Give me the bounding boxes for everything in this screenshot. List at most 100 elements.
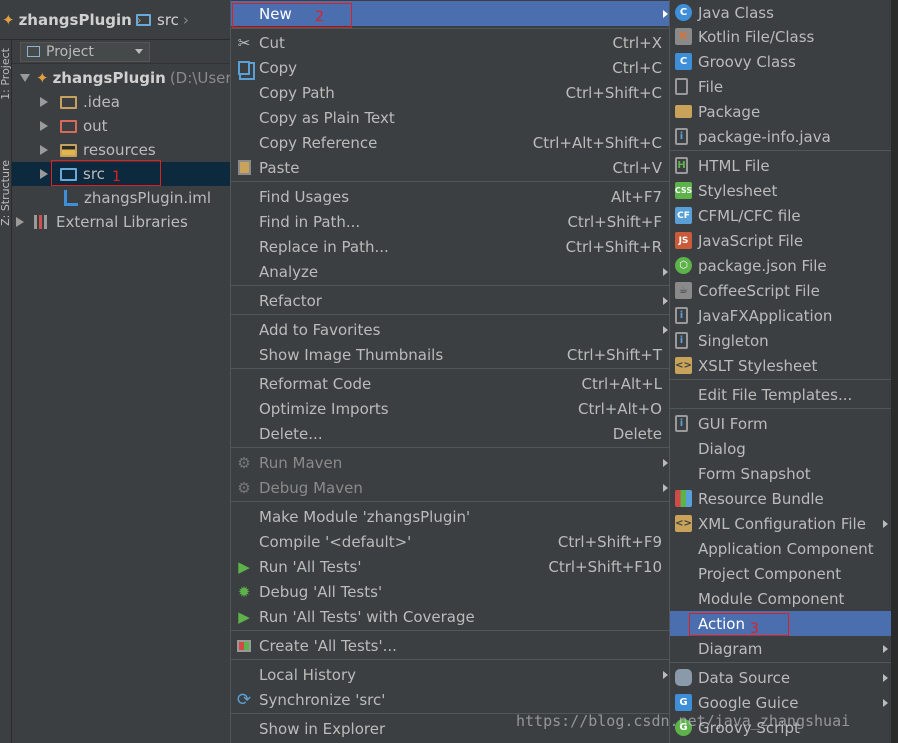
submenu-item-java-class[interactable]: C Java Class (670, 0, 892, 25)
tree-item-external-libraries[interactable]: External Libraries (12, 210, 230, 234)
menu-item-make-module[interactable]: Make Module 'zhangsPlugin' (231, 504, 670, 529)
menu-separator (231, 285, 670, 286)
menu-item-copy[interactable]: Copy Ctrl+C (231, 55, 670, 80)
menu-item-run-all-tests[interactable]: ▶ Run 'All Tests' Ctrl+Shift+F10 (231, 554, 670, 579)
submenu-item-resource-bundle[interactable]: Resource Bundle (670, 486, 892, 511)
submenu-item-gui-form[interactable]: i GUI Form (670, 411, 892, 436)
menu-separator (231, 630, 670, 631)
submenu-item-edit-file-templates[interactable]: Edit File Templates... (670, 382, 892, 407)
tree-item-iml[interactable]: zhangsPlugin.iml (12, 186, 230, 210)
menu-item-run-maven[interactable]: ⚙ Run Maven (231, 450, 670, 475)
submenu-separator (670, 379, 892, 380)
submenu-item-package-json[interactable]: ⬡ package.json File (670, 253, 892, 278)
project-tool-tab[interactable]: 1: Project (0, 48, 12, 100)
tree-item-idea[interactable]: . idea (12, 90, 230, 114)
menu-item-find-usages[interactable]: Find Usages Alt+F7 (231, 184, 670, 209)
file-icon (675, 78, 688, 95)
annotation-label-3: 3 (750, 621, 759, 637)
submenu-item-diagram[interactable]: Diagram (670, 636, 892, 661)
annotation-label-2: 2 (315, 9, 324, 25)
menu-item-optimize-imports[interactable]: Optimize Imports Ctrl+Alt+O (231, 396, 670, 421)
tree-item-out[interactable]: out (12, 114, 230, 138)
submenu-separator (670, 662, 892, 663)
run-icon: ▶ (238, 557, 250, 576)
submenu-item-javafx[interactable]: i JavaFXApplication (670, 303, 892, 328)
submenu-item-xml-configuration[interactable]: <> XML Configuration File (670, 511, 892, 536)
submenu-item-groovy-class[interactable]: C Groovy Class (670, 49, 892, 74)
submenu-item-html-file[interactable]: H HTML File (670, 153, 892, 178)
submenu-item-package-info[interactable]: i package-info.java (670, 124, 892, 149)
coffeescript-icon: ☕ (675, 282, 692, 299)
menu-separator (231, 314, 670, 315)
submenu-item-stylesheet[interactable]: CSS Stylesheet (670, 178, 892, 203)
submenu-item-kotlin-file[interactable]: K Kotlin File/Class (670, 24, 892, 49)
menu-item-replace-in-path[interactable]: Replace in Path... Ctrl+Shift+R (231, 234, 670, 259)
java-file-icon: i (675, 128, 688, 145)
structure-tool-tab[interactable]: Z: Structure (0, 160, 12, 226)
expand-arrow-icon (40, 145, 48, 155)
submenu-item-javascript-file[interactable]: JS JavaScript File (670, 228, 892, 253)
menu-item-copy-reference[interactable]: Copy Reference Ctrl+Alt+Shift+C (231, 130, 670, 155)
menu-item-copy-plain-text[interactable]: Copy as Plain Text (231, 105, 670, 130)
submenu-item-form-snapshot[interactable]: Form Snapshot (670, 461, 892, 486)
submenu-item-data-source[interactable]: Data Source (670, 665, 892, 690)
chevron-right-icon: › (182, 11, 189, 29)
submenu-item-xslt[interactable]: <> XSLT Stylesheet (670, 353, 892, 378)
menu-item-paste[interactable]: Paste Ctrl+V (231, 155, 670, 180)
menu-item-synchronize[interactable]: ⟳ Synchronize 'src' (231, 687, 670, 712)
gear-icon: ⚙ (237, 453, 251, 472)
submenu-arrow-icon (883, 644, 888, 653)
breadcrumb-folder[interactable]: src › (136, 11, 189, 29)
submenu-item-package[interactable]: Package (670, 99, 892, 124)
menu-item-add-to-favorites[interactable]: Add to Favorites (231, 317, 670, 342)
sync-icon: ⟳ (236, 689, 252, 710)
project-panel-header: Project (12, 40, 230, 64)
submenu-arrow-icon (663, 670, 668, 679)
submenu-item-coffeescript[interactable]: ☕ CoffeeScript File (670, 278, 892, 303)
submenu-item-singleton[interactable]: i Singleton (670, 328, 892, 353)
menu-item-local-history[interactable]: Local History (231, 662, 670, 687)
tree-item-resources[interactable]: resources (12, 138, 230, 162)
menu-item-compile[interactable]: Compile '<default>' Ctrl+Shift+F9 (231, 529, 670, 554)
menu-item-analyze[interactable]: Analyze (231, 259, 670, 284)
expand-arrow-icon (40, 97, 48, 107)
menu-item-reformat-code[interactable]: Reformat Code Ctrl+Alt+L (231, 371, 670, 396)
breadcrumb-project[interactable]: ✦ zhangsPlugin › (2, 11, 142, 29)
menu-item-create-all-tests[interactable]: Create 'All Tests'... (231, 633, 670, 658)
submenu-item-application-component[interactable]: Application Component (670, 536, 892, 561)
submenu-item-cfml[interactable]: CF CFML/CFC file (670, 203, 892, 228)
menu-separator (231, 501, 670, 502)
xslt-file-icon: <> (675, 357, 692, 374)
expand-arrow-icon (16, 217, 24, 227)
menu-item-run-with-coverage[interactable]: ▶ Run 'All Tests' with Coverage (231, 604, 670, 629)
editor-edge (891, 0, 898, 743)
submenu-item-project-component[interactable]: Project Component (670, 561, 892, 586)
javafx-file-icon: i (675, 307, 688, 324)
menu-item-copy-path[interactable]: Copy Path Ctrl+Shift+C (231, 80, 670, 105)
menu-item-delete[interactable]: Delete... Delete (231, 421, 670, 446)
submenu-item-dialog[interactable]: Dialog (670, 436, 892, 461)
submenu-separator (670, 150, 892, 151)
annotation-box-3 (689, 613, 789, 636)
tree-root[interactable]: ✦ zhangsPlugin (D:\Users (12, 66, 239, 90)
menu-separator (231, 181, 670, 182)
css-file-icon: CSS (675, 182, 692, 199)
submenu-arrow-icon (663, 296, 668, 305)
menu-item-cut[interactable]: ✂ Cut Ctrl+X (231, 30, 670, 55)
submenu-item-module-component[interactable]: Module Component (670, 586, 892, 611)
annotation-label-1: 1 (112, 169, 121, 185)
menu-item-debug-maven[interactable]: ⚙ Debug Maven (231, 475, 670, 500)
submenu-arrow-icon (663, 483, 668, 492)
project-view-selector[interactable]: Project (20, 41, 150, 62)
resources-folder-icon (60, 143, 77, 157)
menu-item-show-image-thumbnails[interactable]: Show Image Thumbnails Ctrl+Shift+T (231, 342, 670, 367)
singleton-file-icon: i (675, 332, 688, 349)
annotation-box-1 (51, 160, 161, 186)
submenu-item-file[interactable]: File (670, 74, 892, 99)
project-panel: Project ✦ zhangsPlugin (D:\Users . idea o… (12, 40, 239, 743)
menu-item-debug-all-tests[interactable]: ✹ Debug 'All Tests' (231, 579, 670, 604)
test-config-icon (235, 637, 253, 655)
menu-item-find-in-path[interactable]: Find in Path... Ctrl+Shift+F (231, 209, 670, 234)
menu-item-refactor[interactable]: Refactor (231, 288, 670, 313)
annotation-box-2 (232, 3, 352, 28)
